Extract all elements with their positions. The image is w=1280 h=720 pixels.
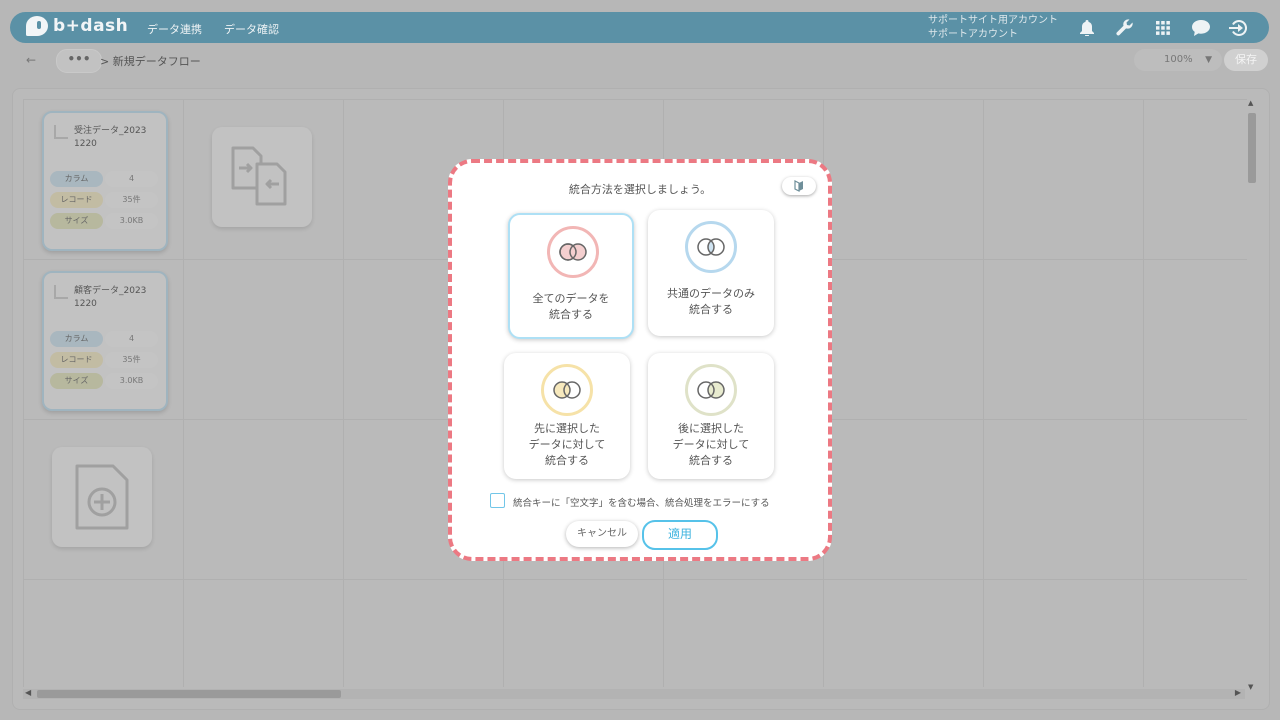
file-name: 顧客データ_2023 1220 xyxy=(74,286,147,309)
error-on-empty-key-checkbox[interactable] xyxy=(490,493,505,508)
logout-icon[interactable] xyxy=(1228,18,1250,38)
scroll-down-icon[interactable]: ▼ xyxy=(1248,683,1253,691)
sub-toolbar: ← ••• > 新規データフロー 100% ▼ 保存 xyxy=(8,45,1270,75)
wrench-icon[interactable] xyxy=(1114,18,1136,38)
meta-value: 35件 xyxy=(105,192,158,208)
option-merge-common[interactable]: 共通のデータのみ 統合する xyxy=(648,210,774,336)
bell-icon[interactable] xyxy=(1076,18,1098,38)
merge-files-icon xyxy=(231,146,287,206)
venn-circle xyxy=(547,226,599,278)
apply-button[interactable]: 適用 xyxy=(642,520,718,550)
meta-row: カラム 4 xyxy=(50,171,158,187)
file-icon xyxy=(54,285,68,299)
scroll-thumb[interactable] xyxy=(37,690,341,698)
option-merge-left[interactable]: 先に選択した データに対して 統合する xyxy=(504,353,630,479)
modal-title: 統合方法を選択しましょう。 xyxy=(568,183,712,196)
nav-data-integration[interactable]: データ連携 xyxy=(147,21,202,37)
venn-circle xyxy=(541,364,593,416)
venn-right-icon xyxy=(697,381,725,399)
option-label: 後に選択した データに対して 統合する xyxy=(672,422,750,467)
scroll-thumb[interactable] xyxy=(1248,113,1256,183)
logo-icon xyxy=(26,16,48,36)
venn-left-icon xyxy=(553,381,581,399)
breadcrumb: > 新規データフロー xyxy=(100,55,201,68)
meta-key: サイズ xyxy=(50,213,103,229)
cancel-button[interactable]: キャンセル xyxy=(566,521,638,547)
scroll-right-icon[interactable]: ▶ xyxy=(1235,688,1241,697)
chat-icon[interactable] xyxy=(1190,18,1212,38)
grid-icon[interactable] xyxy=(1152,18,1174,38)
horizontal-scrollbar[interactable]: ◀ ▶ xyxy=(23,688,1245,699)
file-card[interactable]: 受注データ_2023 1220 カラム 4 レコード 35件 サイズ 3.0KB xyxy=(42,111,168,251)
meta-row: サイズ 3.0KB xyxy=(50,373,158,389)
scroll-up-icon[interactable]: ▲ xyxy=(1248,99,1253,107)
file-name: 受注データ_2023 1220 xyxy=(74,126,147,149)
venn-full-outer-icon xyxy=(559,243,587,261)
add-file-card[interactable] xyxy=(52,447,152,547)
add-file-icon xyxy=(75,464,129,530)
meta-value: 4 xyxy=(105,171,158,187)
scroll-left-icon[interactable]: ◀ xyxy=(25,688,31,697)
option-label: 全てのデータを 統合する xyxy=(532,292,610,321)
save-button[interactable]: 保存 xyxy=(1224,49,1268,71)
merge-action-card[interactable] xyxy=(212,127,312,227)
app-header: b+dash データ連携 データ確認 サポートサイト用アカウント サポートアカウ… xyxy=(10,12,1269,43)
option-merge-all[interactable]: 全てのデータを 統合する xyxy=(508,213,634,339)
zoom-select[interactable]: 100% ▼ xyxy=(1134,49,1222,71)
account-user: サポートアカウント xyxy=(928,29,1018,40)
meta-key: カラム xyxy=(50,171,103,187)
help-button[interactable] xyxy=(782,177,816,195)
venn-circle xyxy=(685,221,737,273)
nav-data-check[interactable]: データ確認 xyxy=(224,21,279,37)
option-label: 共通のデータのみ 統合する xyxy=(667,287,755,316)
meta-value: 3.0KB xyxy=(105,373,158,389)
meta-key: レコード xyxy=(50,192,103,208)
meta-key: サイズ xyxy=(50,373,103,389)
meta-value: 4 xyxy=(105,331,158,347)
venn-inner-icon xyxy=(697,238,725,256)
more-button[interactable]: ••• xyxy=(56,49,102,73)
meta-row: レコード 35件 xyxy=(50,192,158,208)
zoom-value: 100% xyxy=(1164,54,1193,65)
main-nav: データ連携 データ確認 xyxy=(147,21,279,37)
meta-row: サイズ 3.0KB xyxy=(50,213,158,229)
file-icon xyxy=(54,125,68,139)
header-icons xyxy=(1076,18,1250,38)
meta-row: レコード 35件 xyxy=(50,352,158,368)
account-site: サポートサイト用アカウント xyxy=(928,15,1058,26)
merge-method-modal: 統合方法を選択しましょう。 全てのデータを 統合する 共通のデータのみ 統合する… xyxy=(448,159,832,561)
vertical-scrollbar[interactable]: ▲ ▼ xyxy=(1247,99,1257,691)
back-arrow-icon[interactable]: ← xyxy=(26,53,36,67)
meta-value: 35件 xyxy=(105,352,158,368)
option-label: 先に選択した データに対して 統合する xyxy=(528,422,606,467)
meta-row: カラム 4 xyxy=(50,331,158,347)
option-merge-right[interactable]: 後に選択した データに対して 統合する xyxy=(648,353,774,479)
account-info[interactable]: サポートサイト用アカウント サポートアカウント xyxy=(928,14,1058,42)
meta-value: 3.0KB xyxy=(105,213,158,229)
logo-text: b+dash xyxy=(53,16,129,36)
meta-key: カラム xyxy=(50,331,103,347)
venn-circle xyxy=(685,364,737,416)
chevron-down-icon: ▼ xyxy=(1205,55,1212,65)
meta-key: レコード xyxy=(50,352,103,368)
checkbox-label: 統合キーに「空文字」を含む場合、統合処理をエラーにする xyxy=(513,498,770,509)
logo[interactable]: b+dash xyxy=(26,16,128,36)
beginner-mark-icon xyxy=(794,180,803,192)
file-card[interactable]: 顧客データ_2023 1220 カラム 4 レコード 35件 サイズ 3.0KB xyxy=(42,271,168,411)
